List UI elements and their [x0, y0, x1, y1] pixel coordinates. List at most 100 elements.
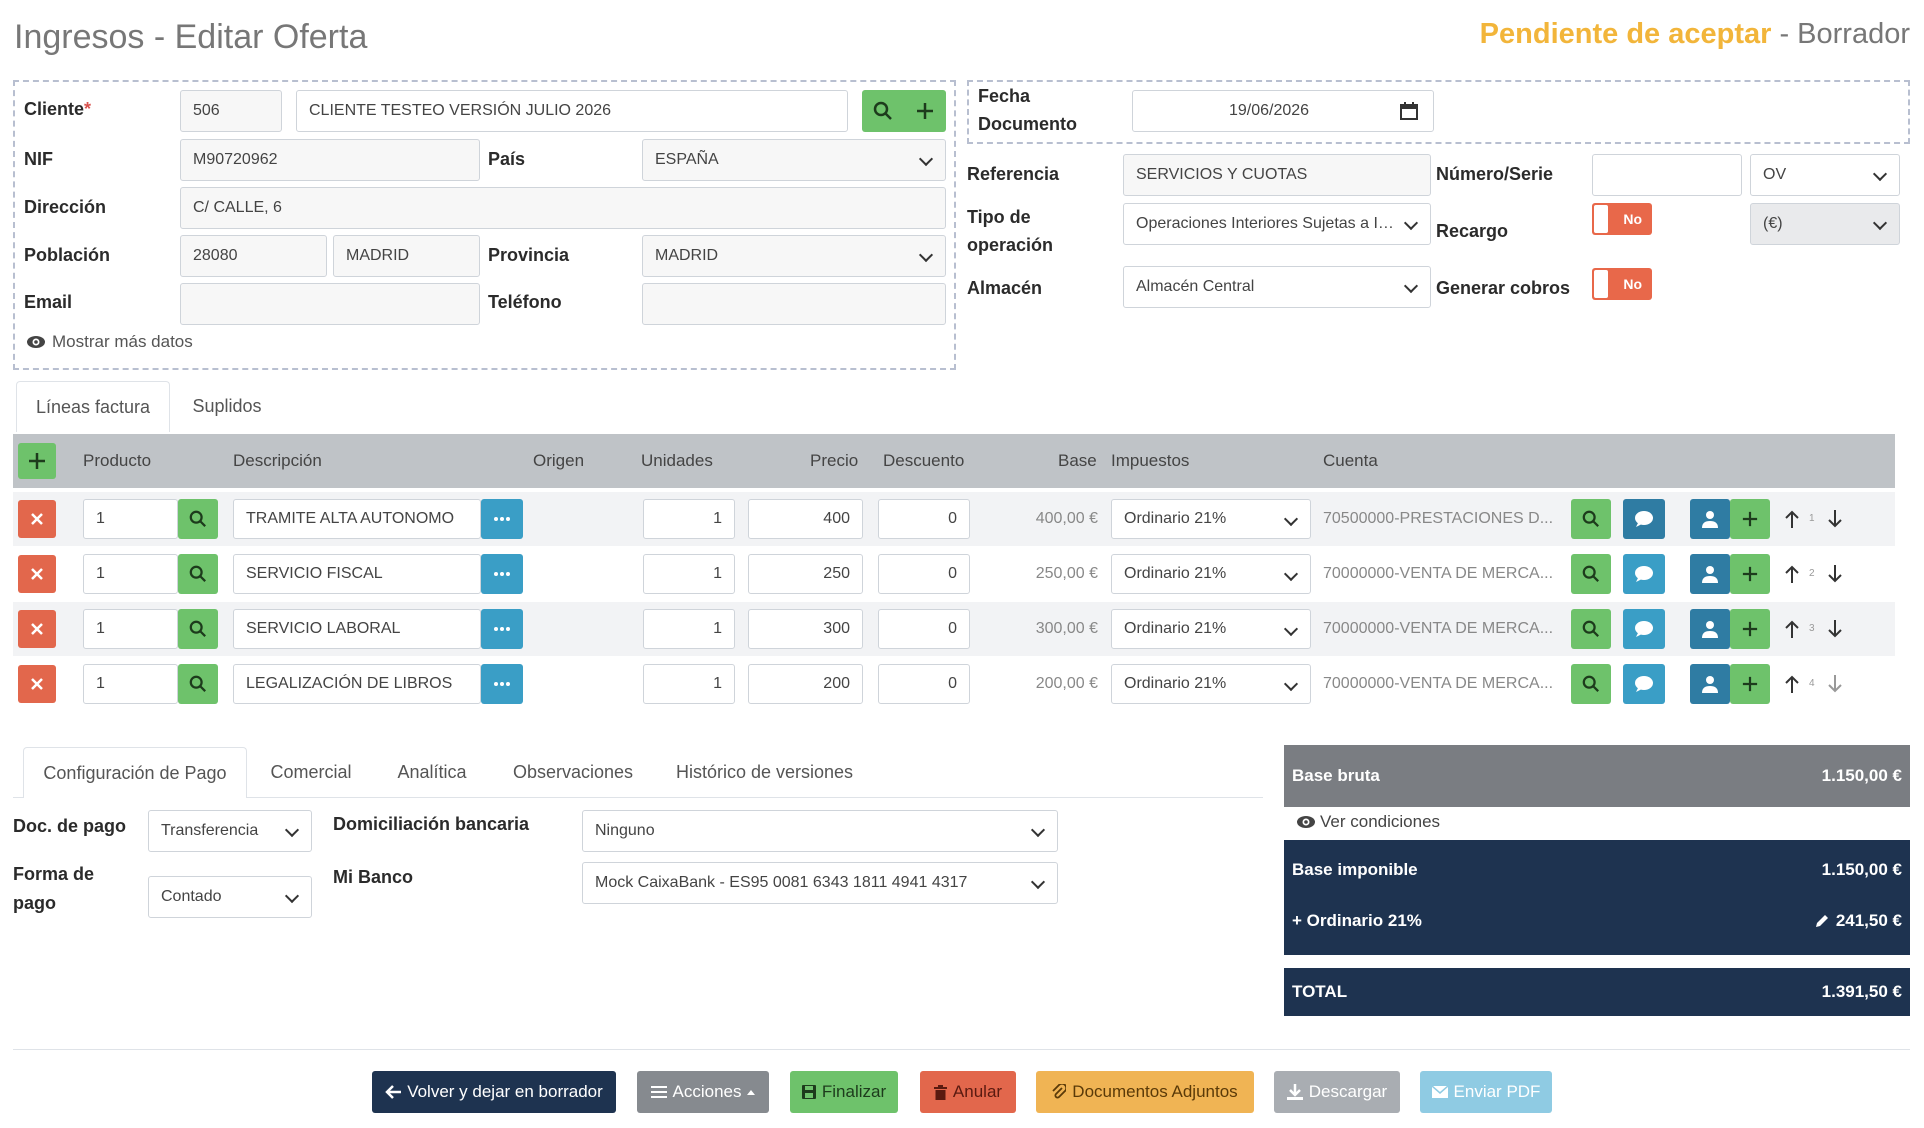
descripcion-input[interactable]: LEGALIZACIÓN DE LIBROS — [233, 664, 481, 704]
comment-button[interactable] — [1623, 499, 1665, 539]
email-input[interactable] — [180, 283, 480, 325]
impuesto-select[interactable]: Ordinario 21% — [1111, 554, 1311, 594]
tab-configuracion-pago[interactable]: Configuración de Pago — [23, 747, 247, 798]
domiciliacion-select[interactable]: Ninguno — [582, 810, 1058, 852]
add-client-button[interactable] — [904, 102, 946, 120]
delete-line-button[interactable] — [18, 665, 56, 703]
more-options-button[interactable] — [481, 664, 523, 704]
add-user-button[interactable] — [1730, 609, 1770, 649]
add-user-button[interactable] — [1730, 554, 1770, 594]
recargo-toggle[interactable]: No — [1592, 203, 1652, 235]
finalizar-button[interactable]: Finalizar — [790, 1071, 898, 1113]
impuesto-select[interactable]: Ordinario 21% — [1111, 664, 1311, 704]
tab-suplidos[interactable]: Suplidos — [172, 381, 282, 431]
arrow-up-icon[interactable] — [1785, 565, 1799, 583]
descuento-input[interactable]: 0 — [878, 499, 970, 539]
impuesto-select[interactable]: Ordinario 21% — [1111, 499, 1311, 539]
doc-pago-select[interactable]: Transferencia — [148, 810, 312, 852]
descripcion-input[interactable]: SERVICIO FISCAL — [233, 554, 481, 594]
unidades-input[interactable]: 1 — [643, 499, 735, 539]
tab-analitica[interactable]: Analítica — [380, 747, 484, 797]
provincia-select[interactable]: MADRID — [642, 235, 946, 277]
more-options-button[interactable] — [481, 554, 523, 594]
show-more-link[interactable]: Mostrar más datos — [26, 332, 193, 352]
volver-borrador-button[interactable]: Volver y dejar en borrador — [372, 1071, 616, 1113]
precio-input[interactable]: 300 — [748, 609, 863, 649]
comment-button[interactable] — [1623, 609, 1665, 649]
edit-icon[interactable] — [1814, 913, 1830, 929]
assign-user-button[interactable] — [1690, 664, 1730, 704]
tab-observaciones[interactable]: Observaciones — [498, 747, 648, 797]
descargar-button[interactable]: Descargar — [1274, 1071, 1400, 1113]
arrow-down-icon[interactable] — [1828, 565, 1842, 583]
mi-banco-select[interactable]: Mock CaixaBank - ES95 0081 6343 1811 494… — [582, 862, 1058, 904]
assign-user-button[interactable] — [1690, 499, 1730, 539]
anular-button[interactable]: Anular — [920, 1071, 1016, 1113]
search-product-button[interactable] — [178, 609, 218, 649]
comment-button[interactable] — [1623, 554, 1665, 594]
calendar-icon[interactable] — [1400, 102, 1418, 120]
unidades-input[interactable]: 1 — [643, 609, 735, 649]
search-cuenta-button[interactable] — [1571, 609, 1611, 649]
search-product-button[interactable] — [178, 499, 218, 539]
recargo-select[interactable]: (€) — [1750, 203, 1900, 245]
generar-cobros-toggle[interactable]: No — [1592, 268, 1652, 300]
producto-input[interactable]: 1 — [83, 554, 178, 594]
cp-input[interactable]: 28080 — [180, 235, 327, 277]
descripcion-input[interactable]: SERVICIO LABORAL — [233, 609, 481, 649]
add-line-button[interactable] — [18, 443, 56, 479]
pais-select[interactable]: ESPAÑA — [642, 139, 946, 181]
search-cuenta-button[interactable] — [1571, 554, 1611, 594]
more-options-button[interactable] — [481, 609, 523, 649]
producto-input[interactable]: 1 — [83, 664, 178, 704]
search-client-button[interactable] — [862, 101, 904, 121]
arrow-down-icon[interactable] — [1828, 620, 1842, 638]
serie-select[interactable]: OV — [1750, 154, 1900, 196]
add-user-button[interactable] — [1730, 499, 1770, 539]
assign-user-button[interactable] — [1690, 609, 1730, 649]
forma-pago-select[interactable]: Contado — [148, 876, 312, 918]
producto-input[interactable]: 1 — [83, 499, 178, 539]
delete-line-button[interactable] — [18, 555, 56, 593]
acciones-button[interactable]: Acciones — [637, 1071, 769, 1113]
search-product-button[interactable] — [178, 664, 218, 704]
unidades-input[interactable]: 1 — [643, 664, 735, 704]
arrow-down-icon[interactable] — [1828, 675, 1842, 693]
nif-input[interactable]: M90720962 — [180, 139, 480, 181]
search-cuenta-button[interactable] — [1571, 664, 1611, 704]
descuento-input[interactable]: 0 — [878, 554, 970, 594]
arrow-up-icon[interactable] — [1785, 675, 1799, 693]
cliente-code-input[interactable]: 506 — [180, 90, 282, 132]
more-options-button[interactable] — [481, 499, 523, 539]
numero-input[interactable] — [1592, 154, 1742, 196]
tab-lineas-factura[interactable]: Líneas factura — [16, 381, 170, 432]
enviar-pdf-button[interactable]: Enviar PDF — [1420, 1071, 1552, 1113]
comment-button[interactable] — [1623, 664, 1665, 704]
referencia-input[interactable]: SERVICIOS Y CUOTAS — [1123, 154, 1431, 196]
delete-line-button[interactable] — [18, 610, 56, 648]
direccion-input[interactable]: C/ CALLE, 6 — [180, 187, 946, 229]
poblacion-input[interactable]: MADRID — [333, 235, 480, 277]
arrow-up-icon[interactable] — [1785, 620, 1799, 638]
tipo-operacion-select[interactable]: Operaciones Interiores Sujetas a IVA — [1123, 203, 1431, 245]
descuento-input[interactable]: 0 — [878, 664, 970, 704]
tab-historico-versiones[interactable]: Histórico de versiones — [662, 747, 867, 797]
add-user-button[interactable] — [1730, 664, 1770, 704]
documentos-adjuntos-button[interactable]: Documentos Adjuntos — [1036, 1071, 1254, 1113]
precio-input[interactable]: 250 — [748, 554, 863, 594]
precio-input[interactable]: 400 — [748, 499, 863, 539]
descripcion-input[interactable]: TRAMITE ALTA AUTONOMO — [233, 499, 481, 539]
producto-input[interactable]: 1 — [83, 609, 178, 649]
telefono-input[interactable] — [642, 283, 946, 325]
fecha-input[interactable]: 19/06/2026 — [1132, 90, 1434, 132]
tab-comercial[interactable]: Comercial — [256, 747, 366, 797]
almacen-select[interactable]: Almacén Central — [1123, 266, 1431, 308]
precio-input[interactable]: 200 — [748, 664, 863, 704]
search-cuenta-button[interactable] — [1571, 499, 1611, 539]
arrow-down-icon[interactable] — [1828, 510, 1842, 528]
ver-condiciones-link[interactable]: Ver condiciones — [1296, 812, 1440, 832]
cliente-name-input[interactable]: CLIENTE TESTEO VERSIÓN JULIO 2026 — [296, 90, 848, 132]
assign-user-button[interactable] — [1690, 554, 1730, 594]
impuesto-select[interactable]: Ordinario 21% — [1111, 609, 1311, 649]
unidades-input[interactable]: 1 — [643, 554, 735, 594]
